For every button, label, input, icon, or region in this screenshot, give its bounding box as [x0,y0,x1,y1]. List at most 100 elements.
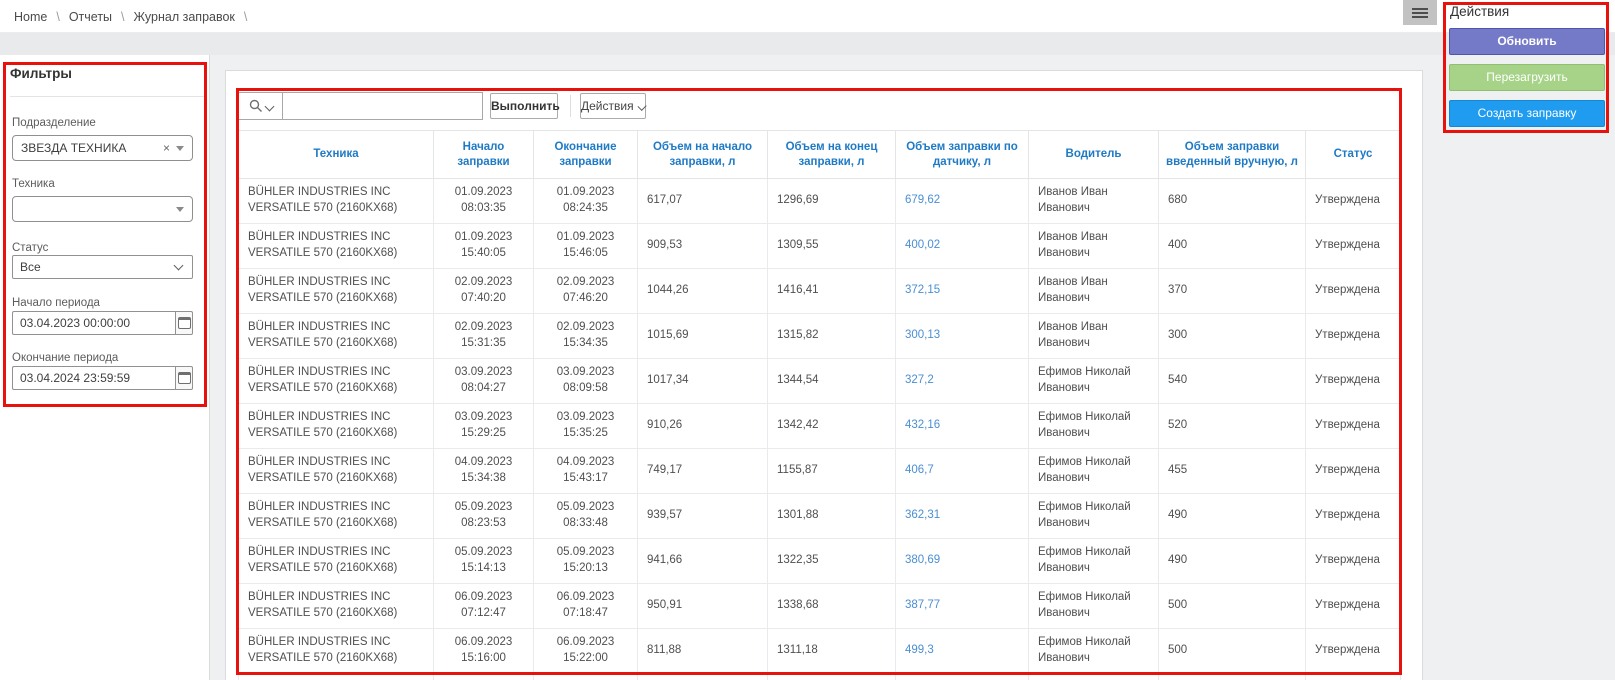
breadcrumb-separator: \ [121,10,124,24]
search-scope-button[interactable] [238,92,283,120]
division-label: Подразделение [12,117,96,129]
cell-end: 02.09.202307:46:20 [534,269,638,314]
cell-vol-sensor: 406,7 [896,449,1029,494]
column-header[interactable]: Статус [1306,131,1401,179]
period-start-input[interactable] [12,311,175,335]
chevron-down-icon [637,101,646,110]
table-row[interactable]: BÜHLER INDUSTRIES INC VERSATILE 570 (216… [239,269,1401,314]
column-header[interactable]: Объем на конец заправки, л [768,131,896,179]
chevron-down-icon[interactable] [176,146,184,151]
table-row[interactable]: BÜHLER INDUSTRIES INC VERSATILE 570 (216… [239,224,1401,269]
table-row[interactable]: BÜHLER INDUSTRIES INC VERSATILE 570 (216… [239,629,1401,674]
cell-end: 05.09.202315:20:13 [534,539,638,584]
column-header[interactable]: Окончание заправки [534,131,638,179]
status-value: Все [13,260,175,274]
chevron-down-icon[interactable] [176,207,184,212]
cell-vol-manual: 400 [1159,224,1306,269]
breadcrumb-item[interactable]: Home [14,10,47,24]
chevron-down-icon [264,101,274,111]
cell-vol-sensor: 372,15 [896,269,1029,314]
cell-vol-start: 909,53 [638,224,768,269]
sensor-volume-link[interactable]: 327,2 [905,374,934,386]
technics-label: Техника [12,178,55,190]
table-row[interactable]: BÜHLER INDUSTRIES INC VERSATILE 570 (216… [239,539,1401,584]
cell-vol-start: 749,17 [638,449,768,494]
cell-end: 06.09.202307:18:47 [534,584,638,629]
cell-driver: Иванов Иван Иванович [1029,314,1159,359]
cell-tech: BÜHLER INDUSTRIES INC VERSATILE 570 (216… [239,494,434,539]
table-row[interactable]: BÜHLER INDUSTRIES INC VERSATILE 570 (216… [239,404,1401,449]
chevron-down-icon [174,261,184,271]
calendar-button[interactable] [175,366,193,390]
calendar-button[interactable] [175,311,193,335]
cell-start: 03.09.202308:04:27 [434,359,534,404]
cell-driver: Иванов Иван Иванович [1029,224,1159,269]
cell-start: 02.09.202315:31:35 [434,314,534,359]
cell-vol-sensor: 679,62 [896,179,1029,224]
cell-vol-sensor: 362,31 [896,494,1029,539]
create-refuel-button[interactable]: Создать заправку [1449,100,1605,127]
table-row[interactable]: BÜHLER INDUSTRIES INC VERSATILE 570 (216… [239,179,1401,224]
breadcrumb-item[interactable]: Отчеты [69,10,112,24]
technics-select[interactable] [12,196,193,222]
sensor-volume-link[interactable]: 380,69 [905,554,940,566]
cell-tech: BÜHLER INDUSTRIES INC VERSATILE 570 (216… [239,359,434,404]
breadcrumb-item[interactable]: Журнал заправок [134,10,235,24]
cell-vol-sensor: 380,69 [896,539,1029,584]
cell-tech: BÜHLER INDUSTRIES INC VERSATILE 570 (216… [239,314,434,359]
column-header[interactable]: Объем заправки по датчику, л [896,131,1029,179]
cell-driver: Иванов Иван Иванович [1029,179,1159,224]
column-header[interactable]: Начало заправки [434,131,534,179]
sensor-volume-link[interactable]: 372,15 [905,284,940,296]
cell-vol-start: 939,57 [638,494,768,539]
breadcrumb: Home\Отчеты\Журнал заправок\ [14,0,256,33]
cell-status: Утверждена [1306,359,1401,404]
search-input[interactable] [282,92,483,120]
menu-icon[interactable] [1403,0,1437,25]
table-row[interactable]: BÜHLER INDUSTRIES INC VERSATILE 570 (216… [239,494,1401,539]
sensor-volume-link[interactable]: 432,16 [905,419,940,431]
sensor-volume-link[interactable]: 362,31 [905,509,940,521]
cell-vol-manual: 500 [1159,629,1306,674]
cell-driver: Иванов Иван Иванович [1029,269,1159,314]
sensor-volume-link[interactable]: 300,13 [905,329,940,341]
actions-panel-title: Действия [1450,4,1509,19]
table-row[interactable]: BÜHLER INDUSTRIES INC VERSATILE 570 (216… [239,314,1401,359]
period-end-label: Окончание периода [12,352,118,364]
cell-driver: Ефимов Николай Иванович [1029,494,1159,539]
cell-driver: Ефимов Николай Иванович [1029,584,1159,629]
column-header[interactable]: Объем заправки введенный вручную, л [1159,131,1306,179]
column-header[interactable]: Техника [239,131,434,179]
divider [10,96,207,97]
cell-vol-manual: 680 [1159,179,1306,224]
status-select[interactable]: Все [12,255,193,279]
refresh-button[interactable]: Обновить [1449,28,1605,55]
table-row[interactable]: BÜHLER INDUSTRIES INC VERSATILE 570 (216… [239,584,1401,629]
column-header[interactable]: Объем на начало заправки, л [638,131,768,179]
sensor-volume-link[interactable]: 400,02 [905,239,940,251]
cell-start: 06.09.202307:12:47 [434,584,534,629]
division-select[interactable]: ЗВЕЗДА ТЕХНИКА × [12,135,193,161]
breadcrumb-separator: \ [244,10,247,24]
sensor-volume-link[interactable]: 679,62 [905,194,940,206]
calendar-icon [178,317,191,329]
reload-button[interactable]: Перезагрузить [1449,64,1605,91]
actions-dropdown-button[interactable]: Действия [580,93,646,119]
cell-vol-end: 1309,55 [768,224,896,269]
sensor-volume-link[interactable]: 406,7 [905,464,934,476]
sensor-volume-link[interactable]: 387,77 [905,599,940,611]
table-row[interactable]: BÜHLER INDUSTRIES INC VERSATILE 570 (216… [239,359,1401,404]
period-end-input[interactable] [12,366,175,390]
cell-vol-sensor: 432,16 [896,404,1029,449]
column-header[interactable]: Водитель [1029,131,1159,179]
table-header-row: ТехникаНачало заправкиОкончание заправки… [239,131,1401,179]
cell-vol-end: 1315,82 [768,314,896,359]
execute-button[interactable]: Выполнить [490,93,558,119]
clear-icon[interactable]: × [157,141,176,155]
cell-status: Утверждена [1306,224,1401,269]
table-row[interactable]: BÜHLER INDUSTRIES INC VERSATILE 570 (216… [239,449,1401,494]
sensor-volume-link[interactable]: 499,3 [905,644,934,656]
cell-start: 04.09.202315:34:38 [434,449,534,494]
cell-vol-manual: 300 [1159,314,1306,359]
cell-tech: BÜHLER INDUSTRIES INC VERSATILE 570 (216… [239,584,434,629]
